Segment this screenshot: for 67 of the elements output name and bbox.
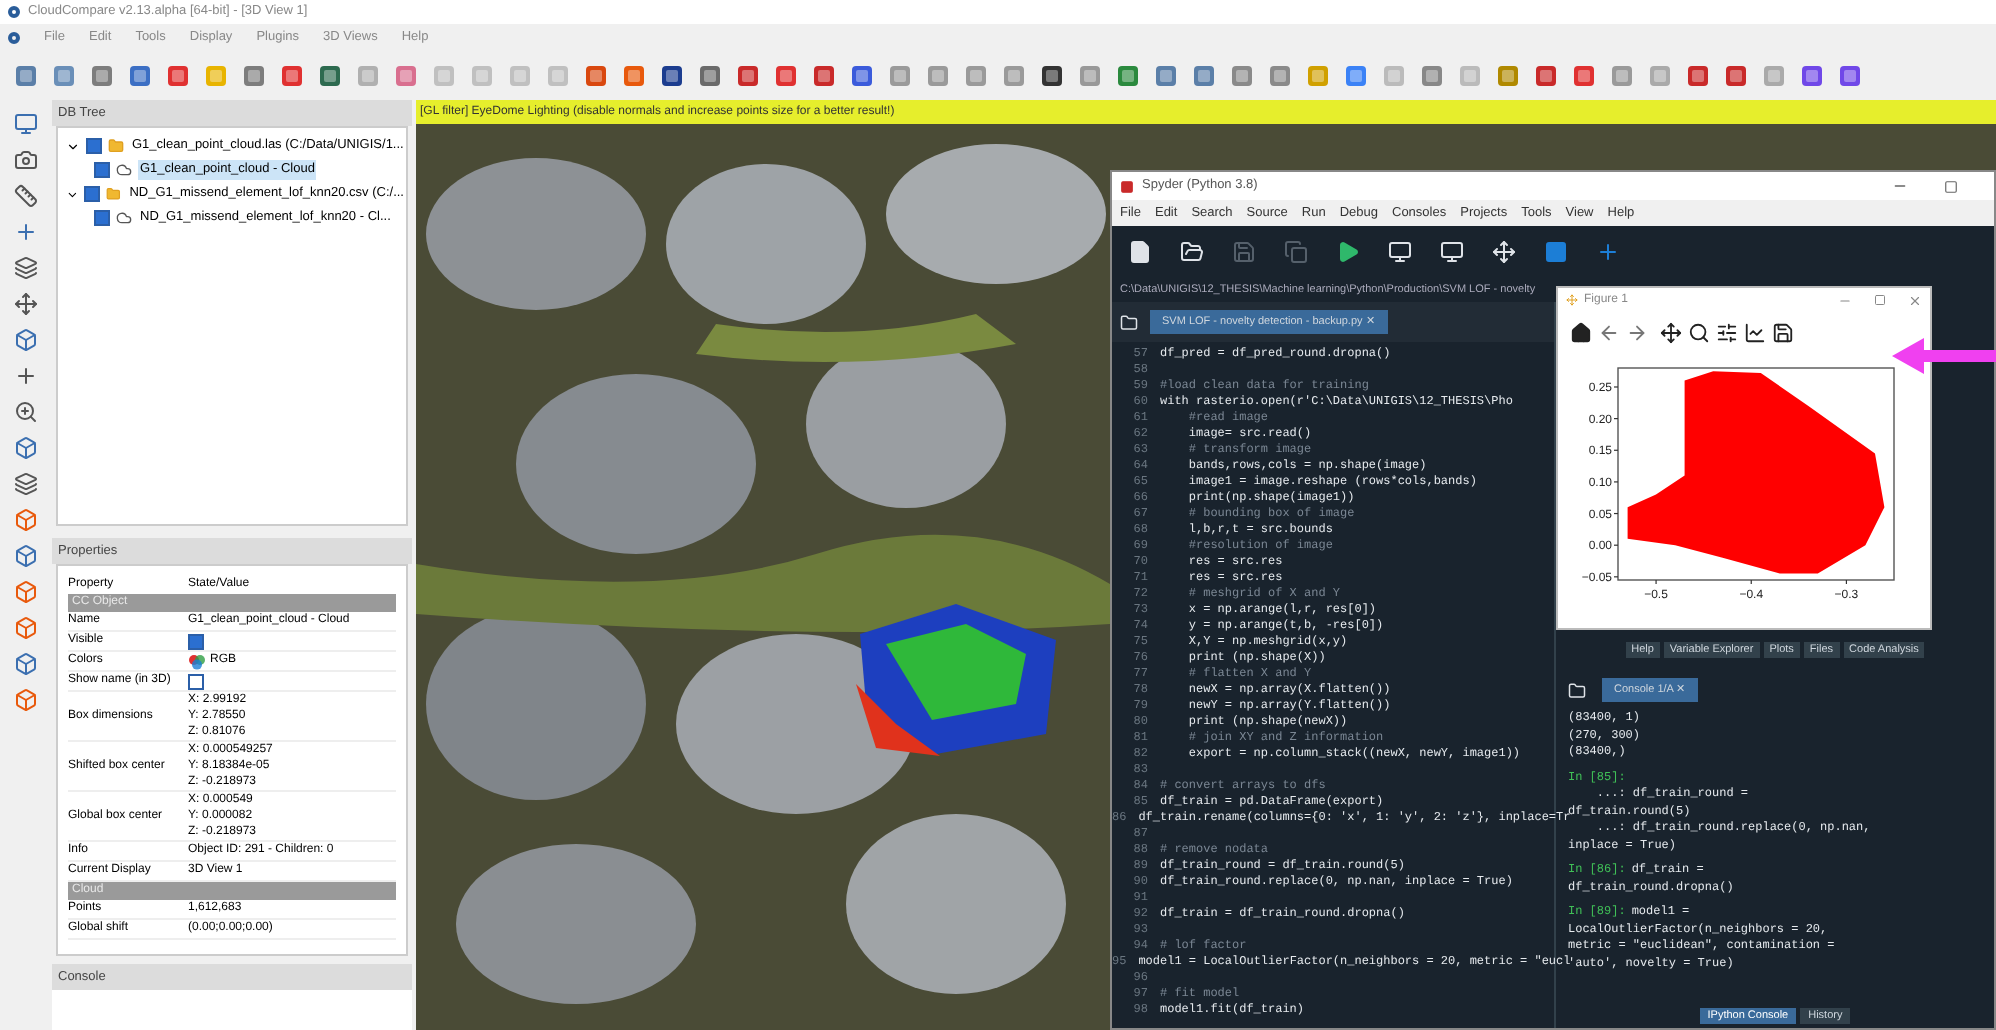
save-all-icon[interactable] — [1284, 240, 1308, 264]
folder-icon — [108, 138, 124, 154]
checkbox[interactable] — [188, 673, 204, 689]
side-tool-icon[interactable] — [14, 112, 38, 136]
checkbox[interactable] — [188, 633, 204, 649]
side-tool-icon[interactable] — [14, 472, 38, 496]
tool-icon[interactable] — [1836, 62, 1864, 90]
side-tool-icon[interactable] — [14, 580, 38, 604]
app-icon — [1120, 179, 1134, 193]
line-chart-icon[interactable] — [1744, 321, 1766, 343]
checkbox[interactable] — [94, 210, 110, 226]
side-tool-icon[interactable] — [14, 652, 38, 676]
side-tool-icon[interactable] — [14, 616, 38, 640]
folder-icon — [106, 186, 122, 202]
cloud-icon — [116, 162, 132, 178]
tool-icon[interactable] — [1684, 62, 1712, 90]
tool-icon[interactable] — [696, 62, 724, 90]
run-cell-icon[interactable] — [1388, 240, 1412, 264]
maximize-icon[interactable] — [1944, 179, 1958, 193]
tool-icon[interactable] — [1532, 62, 1560, 90]
open-folder-icon[interactable] — [1180, 240, 1204, 264]
save-icon[interactable] — [1772, 321, 1794, 343]
side-tool-icon[interactable] — [14, 220, 38, 244]
tool-icon[interactable] — [810, 62, 838, 90]
tool-icon[interactable] — [316, 62, 344, 90]
folder-icon[interactable] — [1568, 681, 1586, 699]
checkbox[interactable] — [94, 162, 110, 178]
search-icon[interactable] — [1688, 321, 1710, 343]
side-tool-icon[interactable] — [14, 436, 38, 460]
run-selection-icon[interactable] — [1492, 240, 1516, 264]
color-wheel-icon — [188, 653, 206, 669]
run-icon[interactable] — [1336, 240, 1360, 264]
side-tool-icon[interactable] — [14, 400, 38, 424]
tool-icon[interactable] — [1722, 62, 1750, 90]
maximize-icon[interactable] — [1874, 294, 1886, 306]
checkbox[interactable] — [86, 138, 102, 154]
forward-arrow-icon[interactable] — [1626, 321, 1648, 343]
app-logo-icon — [8, 32, 20, 44]
annotation-arrow — [1892, 336, 1996, 376]
side-tool-icon[interactable] — [14, 184, 38, 208]
side-tool-icon[interactable] — [14, 364, 38, 388]
tool-icon[interactable] — [658, 62, 686, 90]
side-tool-icon[interactable] — [14, 328, 38, 352]
back-arrow-icon[interactable] — [1598, 321, 1620, 343]
new-file-icon[interactable] — [1128, 240, 1152, 264]
side-tool-icon[interactable] — [14, 256, 38, 280]
run-cell-advance-icon[interactable] — [1440, 240, 1464, 264]
tool-icon[interactable] — [848, 62, 876, 90]
side-tool-icon[interactable] — [14, 148, 38, 172]
debug-icon[interactable] — [1544, 240, 1568, 264]
figure-app-icon — [1566, 294, 1578, 306]
close-icon[interactable] — [1908, 293, 1922, 307]
side-tool-icon[interactable] — [14, 508, 38, 532]
cloud-icon — [116, 210, 132, 226]
tool-icon[interactable] — [1798, 62, 1826, 90]
app-logo-icon — [8, 6, 20, 18]
side-tool-icon[interactable] — [14, 544, 38, 568]
sliders-icon[interactable] — [1716, 321, 1738, 343]
tool-icon[interactable] — [1038, 62, 1066, 90]
pan-icon[interactable] — [1660, 321, 1682, 343]
home-icon[interactable] — [1570, 321, 1592, 343]
side-tool-icon[interactable] — [14, 688, 38, 712]
tool-icon[interactable] — [734, 62, 762, 90]
folder-icon[interactable] — [1120, 313, 1138, 331]
side-tool-icon[interactable] — [14, 292, 38, 316]
step-icon[interactable] — [1596, 240, 1620, 264]
checkbox[interactable] — [84, 186, 101, 202]
